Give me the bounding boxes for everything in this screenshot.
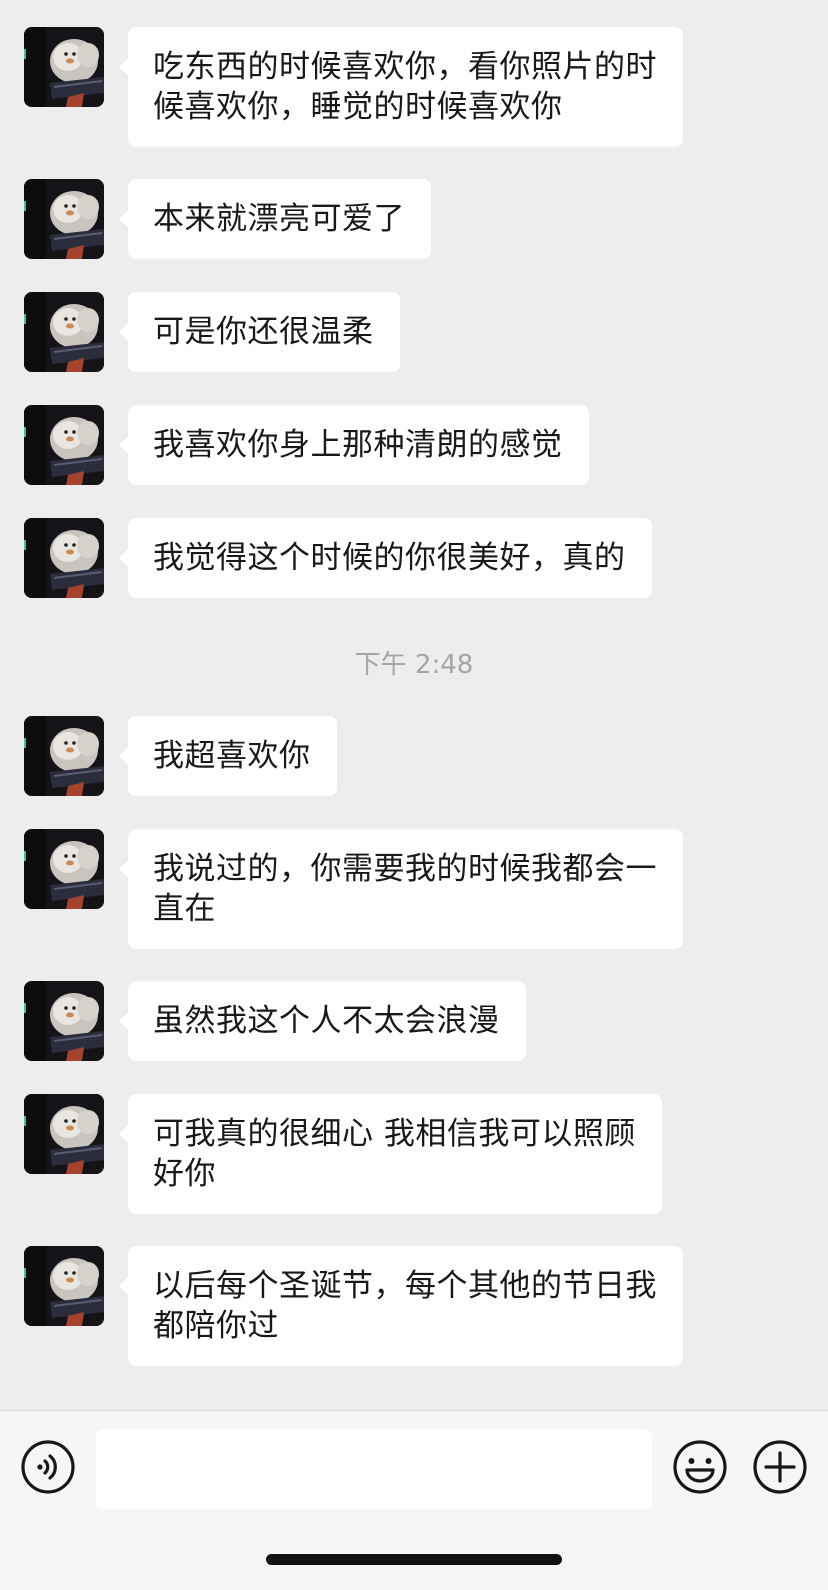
chat-area: 吃东西的时候喜欢你，看你照片的时 候喜欢你，睡觉的时候喜欢你 本来就漂亮可爱了 … <box>0 0 828 1410</box>
avatar-image <box>24 518 104 598</box>
avatar[interactable] <box>24 518 104 598</box>
avatar[interactable] <box>24 179 104 259</box>
avatar[interactable] <box>24 292 104 372</box>
avatar[interactable] <box>24 981 104 1061</box>
message-bubble[interactable]: 以后每个圣诞节，每个其他的节日我 都陪你过 <box>119 1246 683 1366</box>
message-text-line: 我觉得这个时候的你很美好，真的 <box>153 540 626 576</box>
message-text-line: 可我真的很细心 我相信我可以照顾 <box>153 1116 636 1152</box>
message-text-line: 我超喜欢你 <box>153 738 311 774</box>
message-input[interactable] <box>96 1429 652 1509</box>
avatar-image <box>24 292 104 372</box>
avatar-image <box>24 981 104 1061</box>
message-bubble[interactable]: 可是你还很温柔 <box>119 292 400 372</box>
message-text-line: 本来就漂亮可爱了 <box>153 201 405 237</box>
message-text-line: 吃东西的时候喜欢你，看你照片的时 <box>153 49 657 85</box>
avatar-image <box>24 1094 104 1174</box>
message-text-line: 直在 <box>153 891 216 927</box>
message-text-line: 虽然我这个人不太会浪漫 <box>153 1003 500 1039</box>
message-text-line: 以后每个圣诞节，每个其他的节日我 <box>153 1268 657 1304</box>
emoji-button[interactable] <box>672 1439 728 1495</box>
message-bubble[interactable]: 可我真的很细心 我相信我可以照顾 好你 <box>119 1094 662 1214</box>
plus-icon <box>753 1440 807 1494</box>
avatar[interactable] <box>24 716 104 796</box>
message-bubble[interactable]: 我说过的，你需要我的时候我都会一 直在 <box>119 829 683 949</box>
home-indicator[interactable] <box>266 1554 562 1565</box>
message-bubble[interactable]: 本来就漂亮可爱了 <box>119 179 431 259</box>
avatar[interactable] <box>24 1246 104 1326</box>
voice-button[interactable] <box>20 1439 76 1495</box>
message-text-line: 候喜欢你，睡觉的时候喜欢你 <box>153 89 563 125</box>
message-text-line: 好你 <box>153 1156 216 1192</box>
timestamp: 下午 2:48 <box>354 650 474 680</box>
message-bubble[interactable]: 虽然我这个人不太会浪漫 <box>119 981 526 1061</box>
message-text-line: 可是你还很温柔 <box>153 314 374 350</box>
avatar[interactable] <box>24 1094 104 1174</box>
message-bubble[interactable]: 吃东西的时候喜欢你，看你照片的时 候喜欢你，睡觉的时候喜欢你 <box>119 27 683 147</box>
avatar-image <box>24 1246 104 1326</box>
avatar-image <box>24 829 104 909</box>
plus-button[interactable] <box>752 1439 808 1495</box>
message-bubble[interactable]: 我觉得这个时候的你很美好，真的 <box>119 518 652 598</box>
message-bubble[interactable]: 我喜欢你身上那种清朗的感觉 <box>119 405 589 485</box>
voice-icon <box>21 1440 75 1494</box>
message-bubble[interactable]: 我超喜欢你 <box>119 716 337 796</box>
emoji-icon <box>673 1440 727 1494</box>
message-text-line: 我喜欢你身上那种清朗的感觉 <box>153 427 563 463</box>
avatar[interactable] <box>24 27 104 107</box>
avatar-image <box>24 405 104 485</box>
avatar-image <box>24 27 104 107</box>
avatar-image <box>24 179 104 259</box>
avatar-image <box>24 716 104 796</box>
avatar[interactable] <box>24 405 104 485</box>
message-text-line: 我说过的，你需要我的时候我都会一 <box>153 851 657 887</box>
message-text-line: 都陪你过 <box>153 1308 279 1344</box>
avatar[interactable] <box>24 829 104 909</box>
